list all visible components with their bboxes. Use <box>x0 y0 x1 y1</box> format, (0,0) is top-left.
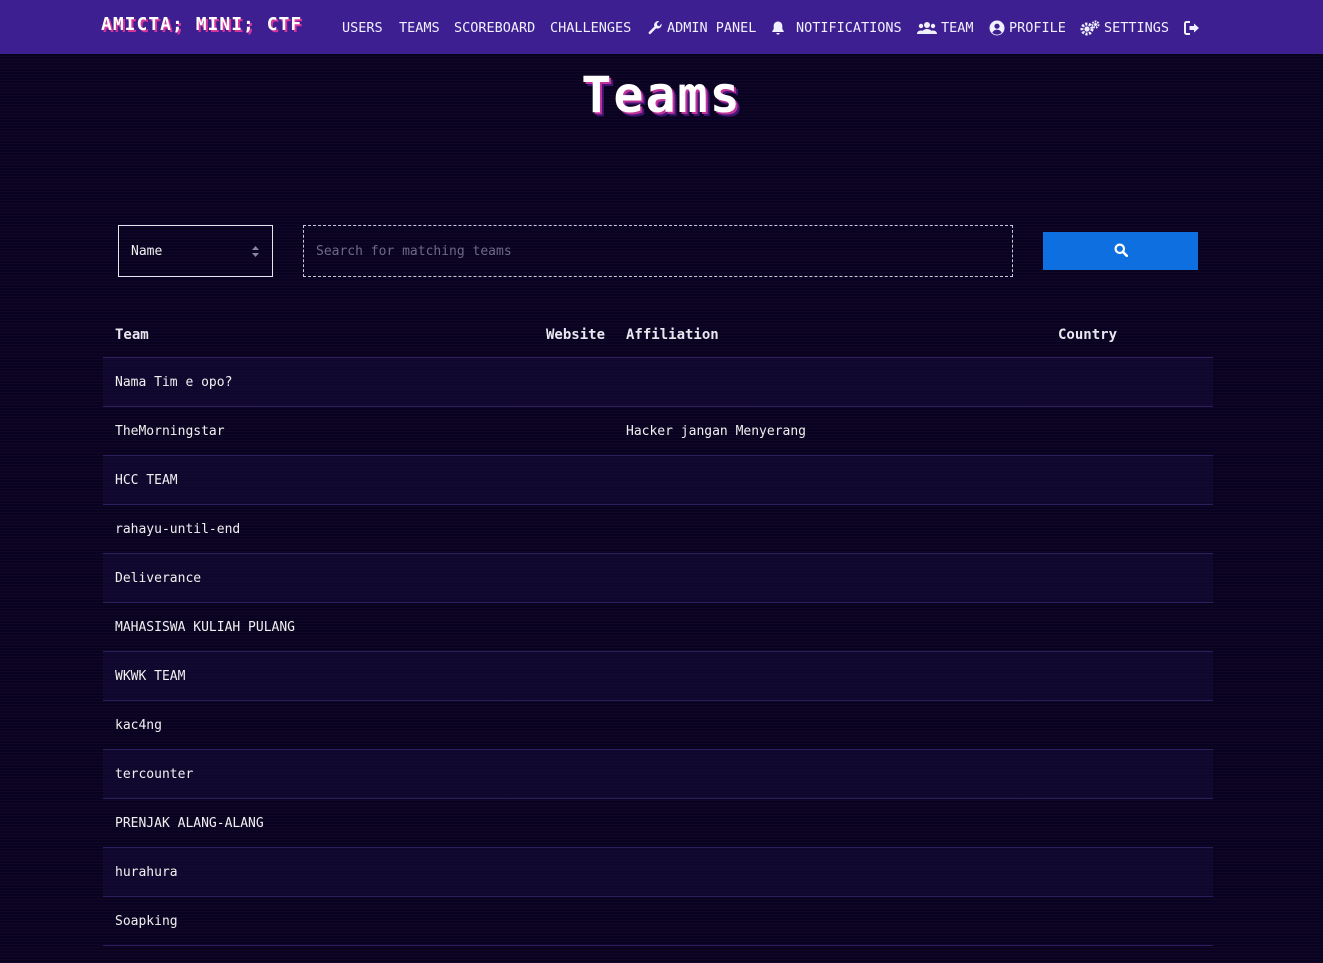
wrench-icon <box>647 20 663 36</box>
nav-notifications-label: NOTIFICATIONS <box>796 20 902 36</box>
user-circle-icon <box>989 20 1005 36</box>
team-name-link[interactable]: tercounter <box>115 767 193 782</box>
search-input[interactable] <box>303 225 1013 277</box>
team-name-link[interactable]: Deliverance <box>115 571 201 586</box>
nav-scoreboard-label: SCOREBOARD <box>454 20 536 36</box>
table-row: WKWK TEAM <box>103 652 1213 701</box>
nav-logout[interactable] <box>1184 18 1201 38</box>
nav-teams-label: TEAMS <box>399 20 440 36</box>
search-field-selected: Name <box>131 243 163 259</box>
table-row: Nama Tim e opo? <box>103 358 1213 407</box>
page-title: Teams <box>581 66 742 124</box>
nav-team-label: TEAM <box>941 20 974 36</box>
nav-settings-label: SETTINGS <box>1104 20 1170 36</box>
header-website: Website <box>546 327 606 343</box>
team-name-link[interactable]: PRENJAK ALANG-ALANG <box>115 816 264 831</box>
nav-users-label: USERS <box>342 20 383 36</box>
search-field-select[interactable]: Name <box>118 225 273 277</box>
table-row: Soapking <box>103 897 1213 946</box>
users-icon <box>917 20 937 36</box>
nav-notifications[interactable]: NOTIFICATIONS <box>770 18 902 38</box>
nav-challenges-label: CHALLENGES <box>550 20 632 36</box>
table-row: Deliverance <box>103 554 1213 603</box>
gears-icon <box>1080 20 1100 36</box>
table-row: tercounter <box>103 750 1213 799</box>
nav-scoreboard[interactable]: SCOREBOARD <box>454 18 535 38</box>
header-team: Team <box>115 327 149 343</box>
team-name-link[interactable]: HCC TEAM <box>115 473 178 488</box>
nav-profile-label: PROFILE <box>1009 20 1066 36</box>
search-button[interactable] <box>1043 232 1198 270</box>
team-name-link[interactable]: MAHASISWA KULIAH PULANG <box>115 620 295 635</box>
header-affiliation: Affiliation <box>626 327 719 343</box>
top-navbar: AMICTA; MINI; CTF USERS TEAMS SCOREBOARD… <box>0 0 1323 54</box>
team-name-link[interactable]: Nama Tim e opo? <box>115 375 232 390</box>
nav-settings[interactable]: SETTINGS <box>1080 18 1169 38</box>
nav-challenges[interactable]: CHALLENGES <box>550 18 631 38</box>
table-row: MAHASISWA KULIAH PULANG <box>103 603 1213 652</box>
team-name-link[interactable]: WKWK TEAM <box>115 669 185 684</box>
table-row: kac4ng <box>103 701 1213 750</box>
brand-logo[interactable]: AMICTA; MINI; CTF <box>101 14 302 35</box>
table-row: HCC TEAM <box>103 456 1213 505</box>
nav-profile[interactable]: PROFILE <box>989 18 1066 38</box>
nav-admin-panel[interactable]: ADMIN PANEL <box>647 18 756 38</box>
sort-arrows-icon <box>251 245 260 262</box>
search-icon <box>1114 243 1128 260</box>
teams-table: Team Website Affiliation Country Nama Ti… <box>103 310 1213 946</box>
header-country: Country <box>1058 327 1118 343</box>
table-body: Nama Tim e opo? TheMorningstar Hacker jan… <box>103 358 1213 946</box>
nav-admin-panel-label: ADMIN PANEL <box>667 20 757 36</box>
team-name-link[interactable]: hurahura <box>115 865 178 880</box>
team-name-link[interactable]: rahayu-until-end <box>115 522 240 537</box>
team-name-link[interactable]: TheMorningstar <box>115 424 225 439</box>
nav-team[interactable]: TEAM <box>917 18 974 38</box>
team-name-link[interactable]: Soapking <box>115 914 178 929</box>
team-affiliation: Hacker jangan Menyerang <box>626 424 807 439</box>
table-row: PRENJAK ALANG-ALANG <box>103 799 1213 848</box>
bell-icon <box>770 20 786 36</box>
nav-teams[interactable]: TEAMS <box>399 18 440 38</box>
table-row: hurahura <box>103 848 1213 897</box>
nav-users[interactable]: USERS <box>342 18 383 38</box>
table-row: TheMorningstar Hacker jangan Menyerang <box>103 407 1213 456</box>
logout-icon <box>1184 20 1201 36</box>
table-header: Team Website Affiliation Country <box>103 310 1213 358</box>
team-name-link[interactable]: kac4ng <box>115 718 162 733</box>
table-row: rahayu-until-end <box>103 505 1213 554</box>
